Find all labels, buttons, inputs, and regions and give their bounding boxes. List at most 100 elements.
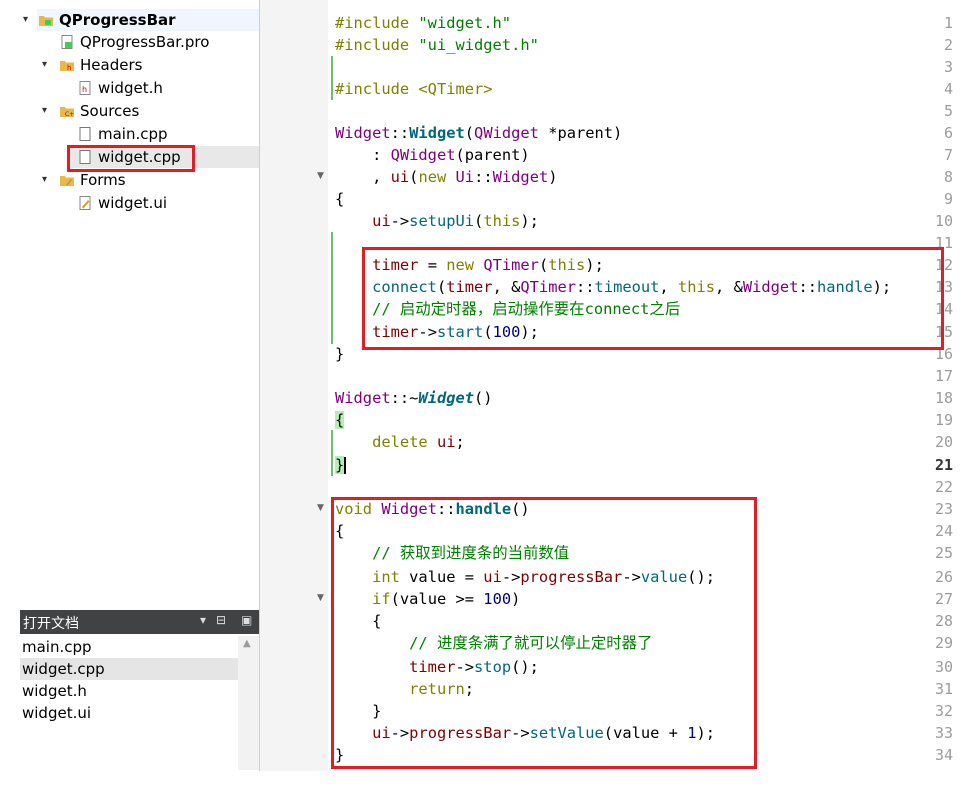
code-line[interactable]: {: [335, 409, 345, 431]
line-number: 17: [934, 367, 953, 385]
change-marker: [331, 56, 333, 100]
code-line[interactable]: ui->setupUi(this);: [335, 210, 539, 232]
line-number: 24: [934, 522, 953, 540]
ui-file-icon: [79, 196, 91, 210]
code-token: Widget: [409, 124, 465, 142]
code-token: ui: [436, 433, 456, 451]
split-icon[interactable]: ⊟: [216, 613, 226, 627]
chevron-down-icon[interactable]: ▾: [42, 106, 52, 116]
code-line[interactable]: delete ui;: [335, 431, 465, 453]
code-token: (): [474, 389, 493, 407]
code-line[interactable]: }: [335, 343, 344, 365]
project-folder-icon: [39, 16, 53, 26]
code-line[interactable]: : QWidget(parent): [335, 144, 530, 166]
tree-item-label: widget.ui: [98, 194, 168, 212]
dropdown-icon[interactable]: ▾: [200, 613, 206, 627]
code-token: :: [335, 146, 391, 164]
code-token: {: [335, 190, 345, 208]
chevron-down-icon[interactable]: ▾: [42, 175, 52, 185]
line-number: 26: [934, 568, 953, 586]
line-number: 22: [934, 478, 953, 496]
line-number: 5: [943, 102, 953, 120]
line-number: 34: [934, 746, 953, 764]
code-token: Ui: [455, 168, 475, 186]
line-number: 19: [934, 411, 953, 429]
tree-item-label: main.cpp: [98, 125, 168, 143]
svg-text:h: h: [67, 64, 71, 72]
close-pane-icon[interactable]: ▣: [241, 613, 252, 627]
code-token: ::~: [390, 389, 419, 407]
fold-arrow-icon[interactable]: ▼: [317, 503, 324, 513]
fold-arrow-icon[interactable]: ▼: [317, 593, 324, 603]
line-number: 32: [934, 702, 953, 720]
code-line[interactable]: #include <QTimer>: [335, 78, 493, 100]
code-token: this: [483, 212, 521, 230]
code-token: Widget: [492, 168, 549, 186]
line-number-gutter: [259, 0, 328, 771]
code-token: #include: [335, 14, 410, 32]
tree-item-label: Headers: [80, 56, 143, 74]
code-line[interactable]: {: [335, 188, 344, 210]
code-token: #include: [335, 80, 410, 98]
code-token: ;: [455, 433, 465, 451]
line-number: 29: [934, 634, 953, 652]
text-cursor: [344, 457, 347, 474]
code-token: (: [464, 124, 475, 142]
code-token: QWidget: [474, 124, 539, 142]
forms-folder-icon: [60, 176, 74, 186]
line-number: 33: [934, 724, 953, 742]
code-token: #include: [335, 36, 410, 54]
sources-folder-icon: C+: [60, 107, 74, 118]
code-token: Widget: [335, 124, 391, 142]
code-token: ui: [372, 212, 391, 230]
open-doc-item[interactable]: main.cpp: [20, 636, 240, 658]
code-line[interactable]: , ui(new Ui::Widget): [335, 166, 558, 188]
line-number: 31: [934, 680, 953, 698]
fold-arrow-icon[interactable]: ▼: [317, 171, 324, 181]
annotation-box-timer-setup: [362, 247, 944, 350]
line-number: 3: [943, 58, 953, 76]
line-number: 27: [934, 590, 953, 608]
line-number: 6: [943, 124, 953, 142]
code-token: ,: [335, 168, 391, 186]
open-doc-item[interactable]: widget.h: [20, 680, 240, 702]
change-marker: [331, 430, 333, 476]
open-doc-item[interactable]: widget.ui: [20, 702, 240, 724]
code-token: }: [335, 345, 345, 363]
code-token: QWidget: [390, 146, 456, 164]
code-line[interactable]: Widget::Widget(QWidget *parent): [335, 122, 622, 144]
code-token: setupUi: [409, 212, 475, 230]
tree-item-label: widget.h: [98, 79, 163, 97]
line-number: 28: [934, 612, 953, 630]
open-documents-pane: 打开文档 ▾ ⊟ ▣ main.cpp widget.cpp widget.h …: [20, 610, 259, 770]
matching-brace: {: [335, 411, 345, 429]
open-doc-item[interactable]: widget.cpp: [20, 658, 240, 680]
line-number-current: 21: [934, 456, 953, 474]
headers-folder-icon: h: [60, 61, 74, 72]
line-number: 4: [943, 80, 953, 98]
scrollbar[interactable]: ▲: [238, 636, 259, 770]
code-line-current[interactable]: }: [335, 454, 347, 476]
tree-item-label: Forms: [80, 171, 126, 189]
line-number: 7: [943, 146, 953, 164]
open-documents-header: 打开文档 ▾ ⊟ ▣: [20, 610, 259, 634]
code-token: (parent): [455, 146, 530, 164]
code-line[interactable]: #include "widget.h": [335, 12, 511, 34]
code-token: ::: [474, 168, 493, 186]
chevron-down-icon[interactable]: ▾: [42, 60, 52, 70]
chevron-down-icon[interactable]: ▾: [23, 15, 33, 25]
code-line[interactable]: Widget::~Widget(): [335, 387, 493, 409]
tree-item-project[interactable]: ▾ QProgressBar: [23, 9, 259, 31]
code-token: ): [548, 168, 558, 186]
code-line[interactable]: #include "ui_widget.h": [335, 34, 539, 56]
code-token: ui: [390, 168, 410, 186]
line-number: 9: [943, 190, 953, 208]
code-token: Widget: [335, 389, 391, 407]
scroll-up-arrow-icon[interactable]: ▲: [243, 638, 251, 649]
line-number: 8: [943, 168, 953, 186]
line-number: 23: [934, 500, 953, 518]
code-token: );: [520, 212, 539, 230]
